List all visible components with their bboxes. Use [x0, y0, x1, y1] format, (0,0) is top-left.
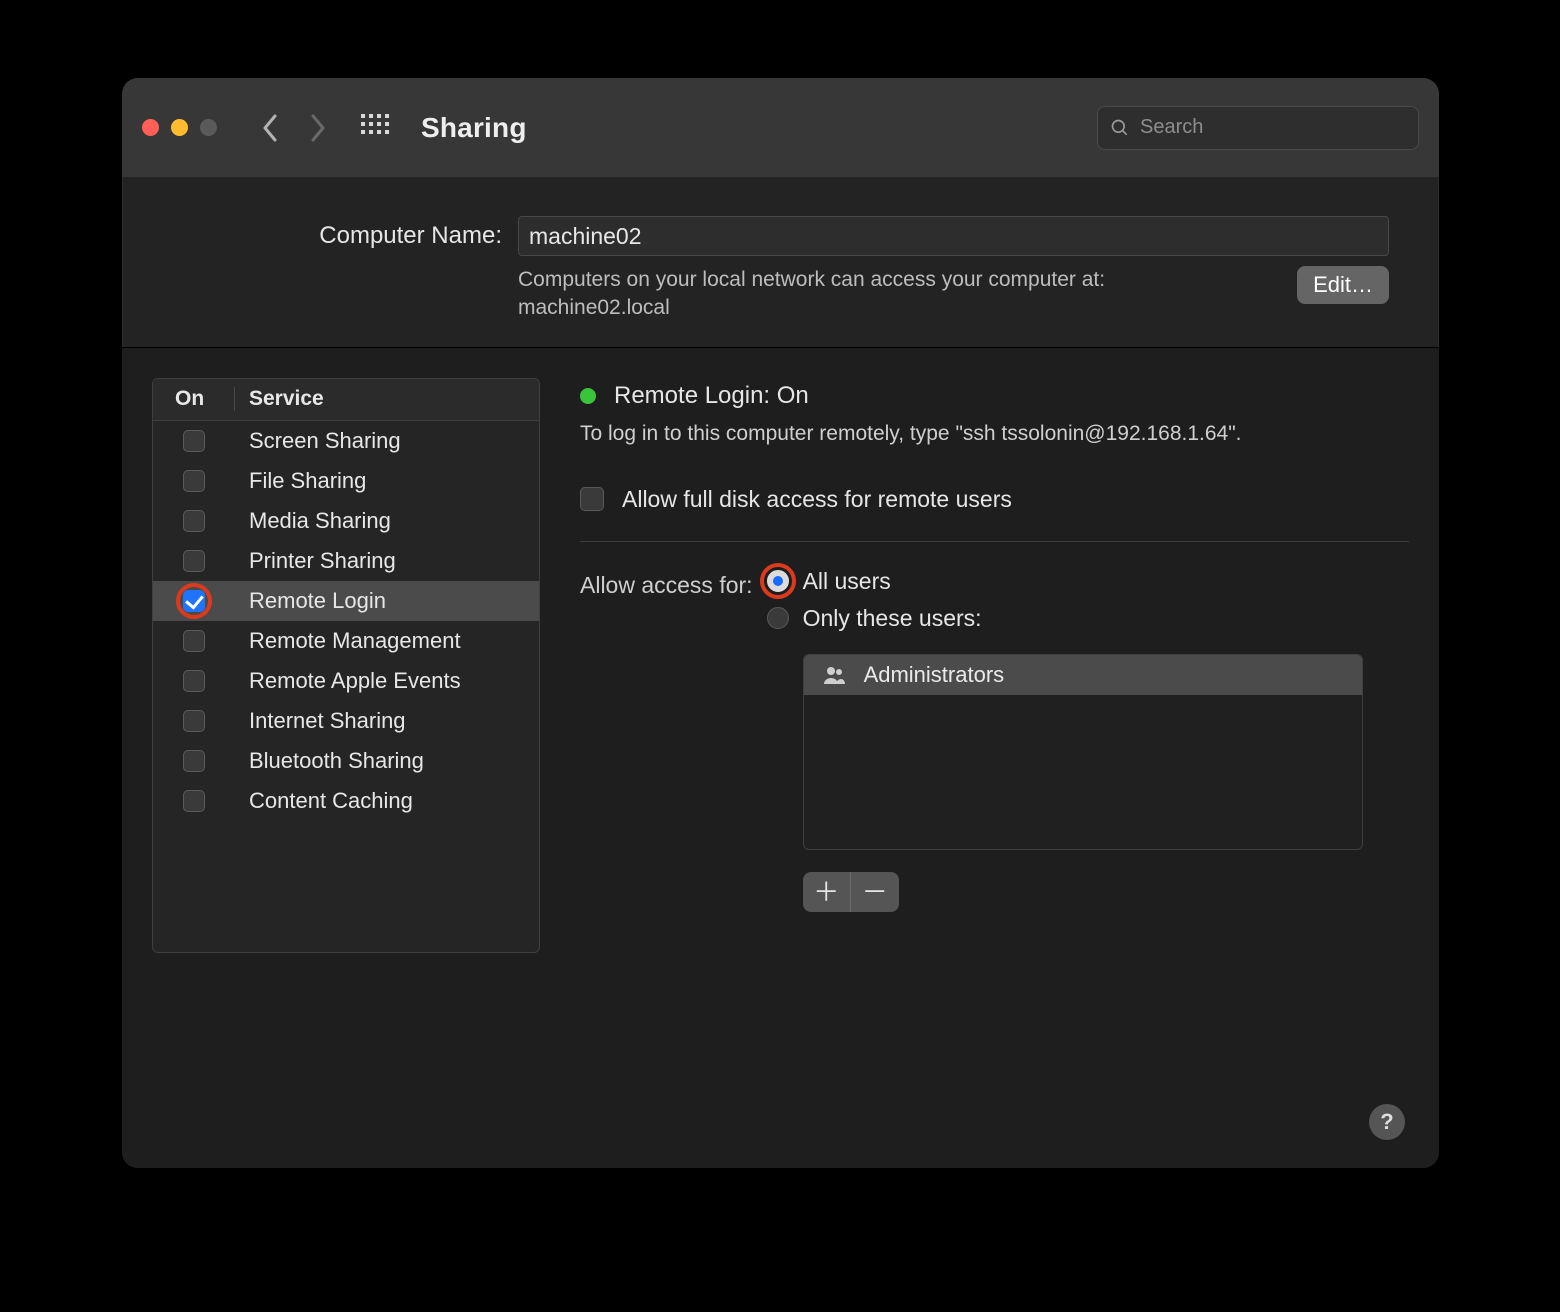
access-label: Allow access for: — [580, 568, 753, 912]
services-header: On Service — [153, 379, 539, 421]
help-line-1: Computers on your local network can acce… — [518, 268, 1105, 291]
full-disk-access-row[interactable]: Allow full disk access for remote users — [580, 486, 1409, 513]
radio-all-users-label: All users — [803, 568, 891, 595]
zoom-window-button — [200, 119, 217, 136]
service-checkbox[interactable] — [183, 550, 205, 572]
service-label: Content Caching — [235, 788, 413, 814]
service-checkbox-cell[interactable] — [153, 590, 235, 612]
service-checkbox[interactable] — [183, 710, 205, 732]
status-indicator-icon — [580, 388, 596, 404]
service-row[interactable]: Bluetooth Sharing — [153, 741, 539, 781]
service-row[interactable]: File Sharing — [153, 461, 539, 501]
service-label: File Sharing — [235, 468, 366, 494]
user-row[interactable]: Administrators — [804, 655, 1362, 695]
full-disk-access-checkbox[interactable] — [580, 487, 604, 511]
help-line-2: machine02.local — [518, 296, 670, 319]
service-checkbox-cell[interactable] — [153, 710, 235, 732]
service-checkbox[interactable] — [183, 510, 205, 532]
service-checkbox[interactable] — [183, 790, 205, 812]
service-checkbox[interactable] — [183, 470, 205, 492]
computer-name-label: Computer Name: — [172, 222, 502, 250]
service-checkbox[interactable] — [183, 430, 205, 452]
radio-only-users-label: Only these users: — [803, 605, 982, 632]
minimize-window-button[interactable] — [171, 119, 188, 136]
divider — [580, 541, 1409, 542]
sharing-prefpane-window: Sharing Computer Name: Computers on your… — [122, 78, 1439, 1168]
pane-title: Sharing — [421, 112, 527, 144]
service-checkbox-cell[interactable] — [153, 550, 235, 572]
service-checkbox[interactable] — [183, 590, 205, 612]
radio-all-users-row[interactable]: All users — [767, 568, 1409, 595]
user-list[interactable]: Administrators — [803, 654, 1363, 850]
service-checkbox-cell[interactable] — [153, 750, 235, 772]
computer-name-help-row: Computers on your local network can acce… — [122, 256, 1439, 347]
service-checkbox-cell[interactable] — [153, 630, 235, 652]
status-row: Remote Login: On — [580, 382, 1409, 410]
access-options: All users Only these users: Administrato… — [767, 568, 1409, 912]
add-remove-buttons: ＋ － — [803, 872, 899, 912]
service-checkbox-cell[interactable] — [153, 430, 235, 452]
service-row[interactable]: Remote Apple Events — [153, 661, 539, 701]
computer-name-help: Computers on your local network can acce… — [518, 266, 1261, 323]
service-label: Remote Apple Events — [235, 668, 461, 694]
service-checkbox[interactable] — [183, 670, 205, 692]
services-table: On Service Screen Sharing File Sharing Med… — [152, 378, 540, 953]
back-button[interactable] — [255, 108, 285, 148]
access-row: Allow access for: All users Only these u… — [580, 568, 1409, 912]
service-row[interactable]: Printer Sharing — [153, 541, 539, 581]
show-all-prefs-icon[interactable] — [361, 114, 389, 142]
service-checkbox-cell[interactable] — [153, 670, 235, 692]
service-checkbox-cell[interactable] — [153, 470, 235, 492]
computer-name-input[interactable] — [518, 216, 1389, 256]
user-name: Administrators — [864, 662, 1005, 688]
service-checkbox-cell[interactable] — [153, 790, 235, 812]
service-detail: Remote Login: On To log in to this compu… — [580, 378, 1409, 1138]
forward-button — [303, 108, 333, 148]
service-row[interactable]: Remote Management — [153, 621, 539, 661]
service-label: Remote Management — [235, 628, 461, 654]
help-button[interactable]: ? — [1369, 1104, 1405, 1140]
header-on: On — [153, 387, 235, 411]
search-input[interactable] — [1140, 116, 1406, 139]
service-label: Screen Sharing — [235, 428, 401, 454]
service-label: Internet Sharing — [235, 708, 406, 734]
service-label: Bluetooth Sharing — [235, 748, 424, 774]
window-controls — [142, 119, 217, 136]
pane-body: Computer Name: Computers on your local n… — [122, 178, 1439, 1168]
service-row[interactable]: Screen Sharing — [153, 421, 539, 461]
edit-hostname-button[interactable]: Edit… — [1297, 266, 1389, 304]
group-icon — [822, 663, 846, 687]
service-row[interactable]: Remote Login — [153, 581, 539, 621]
full-disk-access-label: Allow full disk access for remote users — [622, 486, 1012, 513]
service-label: Remote Login — [235, 588, 386, 614]
add-user-button[interactable]: ＋ — [803, 872, 851, 912]
service-label: Printer Sharing — [235, 548, 396, 574]
ssh-hint: To log in to this computer remotely, typ… — [580, 422, 1409, 446]
service-checkbox-cell[interactable] — [153, 510, 235, 532]
search-icon — [1110, 118, 1130, 138]
service-row[interactable]: Media Sharing — [153, 501, 539, 541]
header-service: Service — [235, 387, 324, 411]
service-checkbox[interactable] — [183, 750, 205, 772]
radio-only-users[interactable] — [767, 607, 789, 629]
toolbar: Sharing — [122, 78, 1439, 178]
computer-name-row: Computer Name: — [122, 178, 1439, 256]
service-label: Media Sharing — [235, 508, 391, 534]
search-field[interactable] — [1097, 106, 1419, 150]
service-row[interactable]: Internet Sharing — [153, 701, 539, 741]
service-row[interactable]: Content Caching — [153, 781, 539, 821]
radio-only-users-row[interactable]: Only these users: — [767, 605, 1409, 632]
radio-all-users[interactable] — [767, 570, 789, 592]
close-window-button[interactable] — [142, 119, 159, 136]
status-text: Remote Login: On — [614, 382, 809, 410]
service-checkbox[interactable] — [183, 630, 205, 652]
remove-user-button[interactable]: － — [851, 872, 899, 912]
lower-split: On Service Screen Sharing File Sharing Med… — [122, 347, 1439, 1168]
